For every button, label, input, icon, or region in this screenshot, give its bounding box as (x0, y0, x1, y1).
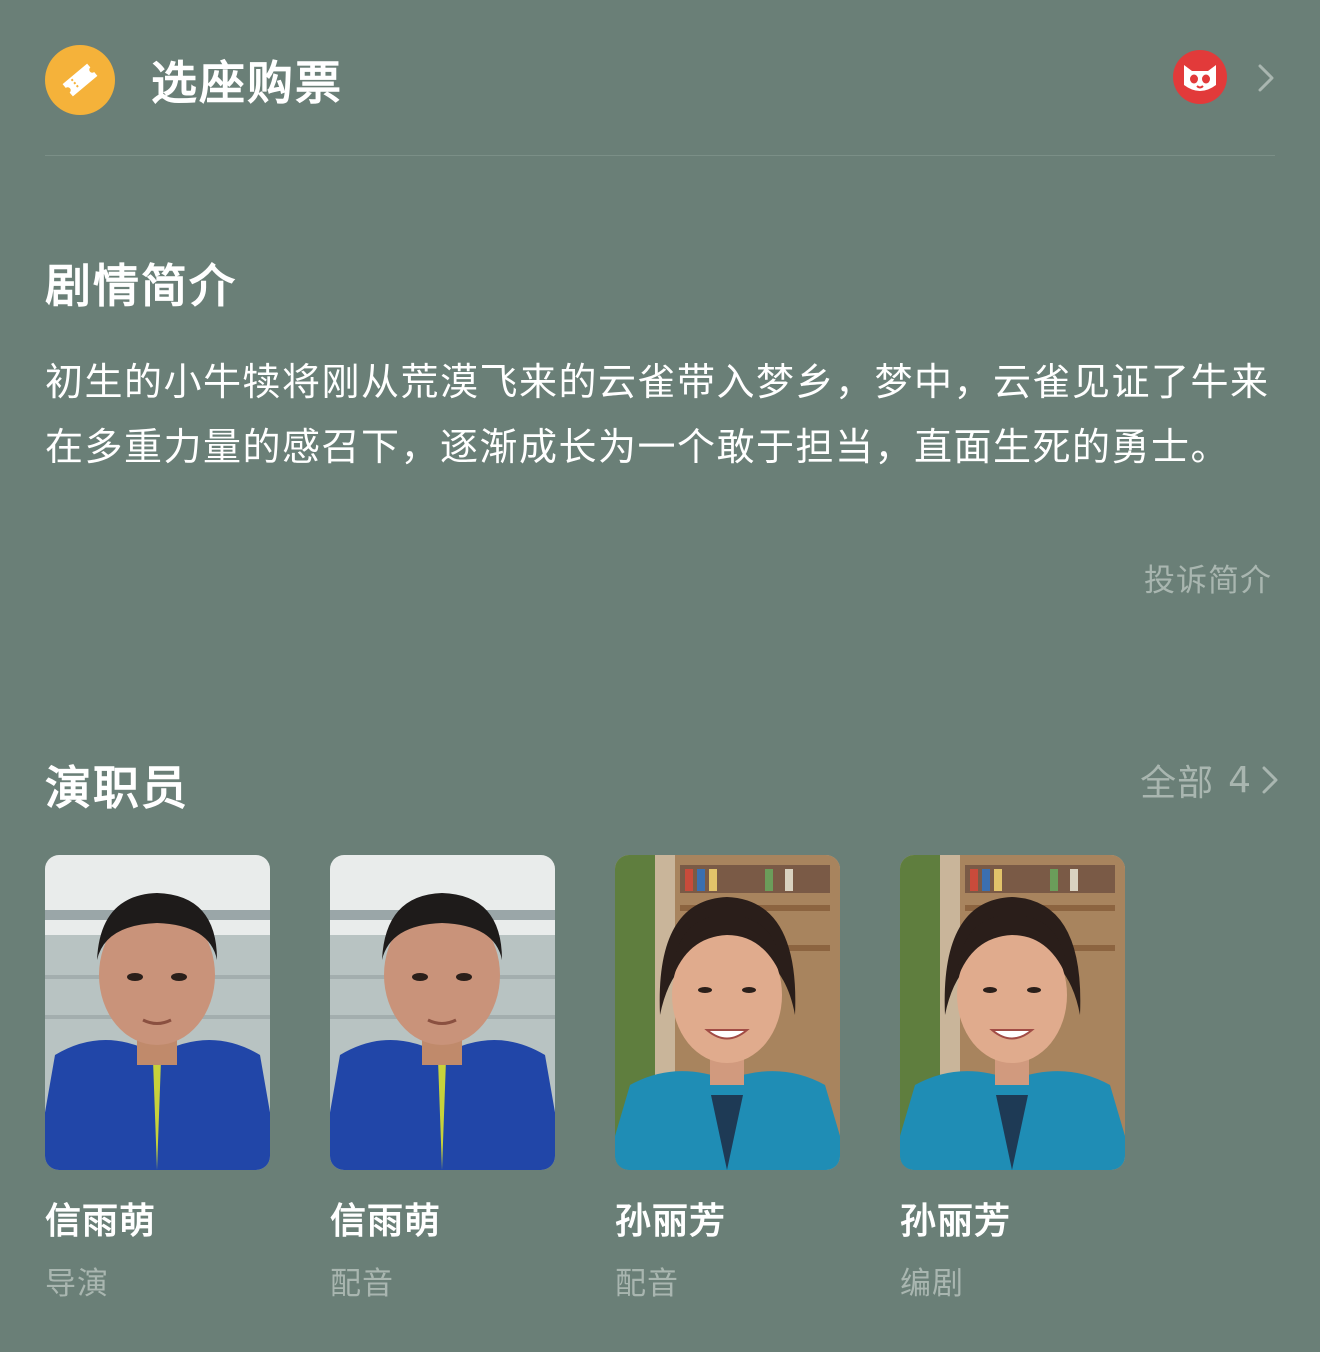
report-synopsis-link[interactable]: 投诉简介 (1144, 555, 1272, 600)
ticket-icon (45, 45, 115, 115)
divider (45, 155, 1275, 156)
cast-name: 信雨萌 (330, 1201, 442, 1242)
cast-card[interactable]: 孙丽芳 编剧 (900, 855, 1125, 1303)
cast-photo[interactable] (330, 855, 555, 1170)
ticket-purchase-row[interactable]: 选座购票 (45, 40, 1277, 120)
chevron-right-icon[interactable] (1255, 62, 1277, 94)
synopsis-text: 初生的小牛犊将刚从荒漠飞来的云雀带入梦乡，梦中，云雀见证了牛来在多重力量的感召下… (45, 360, 1270, 469)
ticket-title: 选座购票 (151, 56, 343, 110)
cast-photo[interactable] (900, 855, 1125, 1170)
cast-name: 信雨萌 (45, 1201, 157, 1242)
cast-photo[interactable] (45, 855, 270, 1170)
cast-name: 孙丽芳 (900, 1201, 1012, 1242)
cast-photo[interactable] (615, 855, 840, 1170)
maoyan-cat-logo (1173, 50, 1227, 104)
cast-card[interactable]: 信雨萌 导演 (45, 855, 270, 1303)
view-all-cast-link[interactable]: 全部 4 (1140, 755, 1280, 805)
cast-card[interactable]: 孙丽芳 配音 (615, 855, 840, 1303)
cast-name: 孙丽芳 (615, 1201, 727, 1242)
cast-card[interactable]: 信雨萌 配音 (330, 855, 555, 1303)
cast-count: 4 (1228, 759, 1252, 801)
cast-role: 配音 (615, 1266, 679, 1302)
view-all-label: 全部 (1140, 763, 1215, 804)
cast-list: 信雨萌 导演 信雨萌 配音 孙丽芳 配音 孙丽芳 编剧 (45, 855, 1125, 1303)
cast-title: 演职员 (45, 761, 189, 815)
synopsis-title: 剧情简介 (45, 259, 237, 313)
cast-role: 导演 (45, 1266, 109, 1302)
cast-role: 编剧 (900, 1266, 964, 1302)
cast-role: 配音 (330, 1266, 394, 1302)
chevron-right-icon (1262, 766, 1278, 794)
